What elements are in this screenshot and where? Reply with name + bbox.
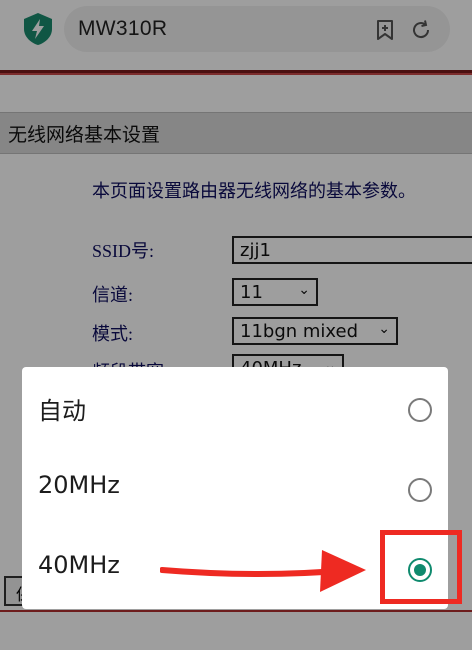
option-label: 20MHz	[38, 471, 120, 499]
radio-unselected-icon[interactable]	[408, 478, 432, 502]
option-20mhz[interactable]: 20MHz	[22, 449, 448, 529]
radio-unselected-icon[interactable]	[408, 398, 432, 422]
option-auto[interactable]: 自动	[22, 369, 448, 449]
annotation-highlight-box	[380, 530, 462, 604]
option-label: 自动	[38, 397, 86, 425]
annotation-arrow-icon	[160, 550, 366, 592]
option-label: 40MHz	[38, 551, 120, 579]
